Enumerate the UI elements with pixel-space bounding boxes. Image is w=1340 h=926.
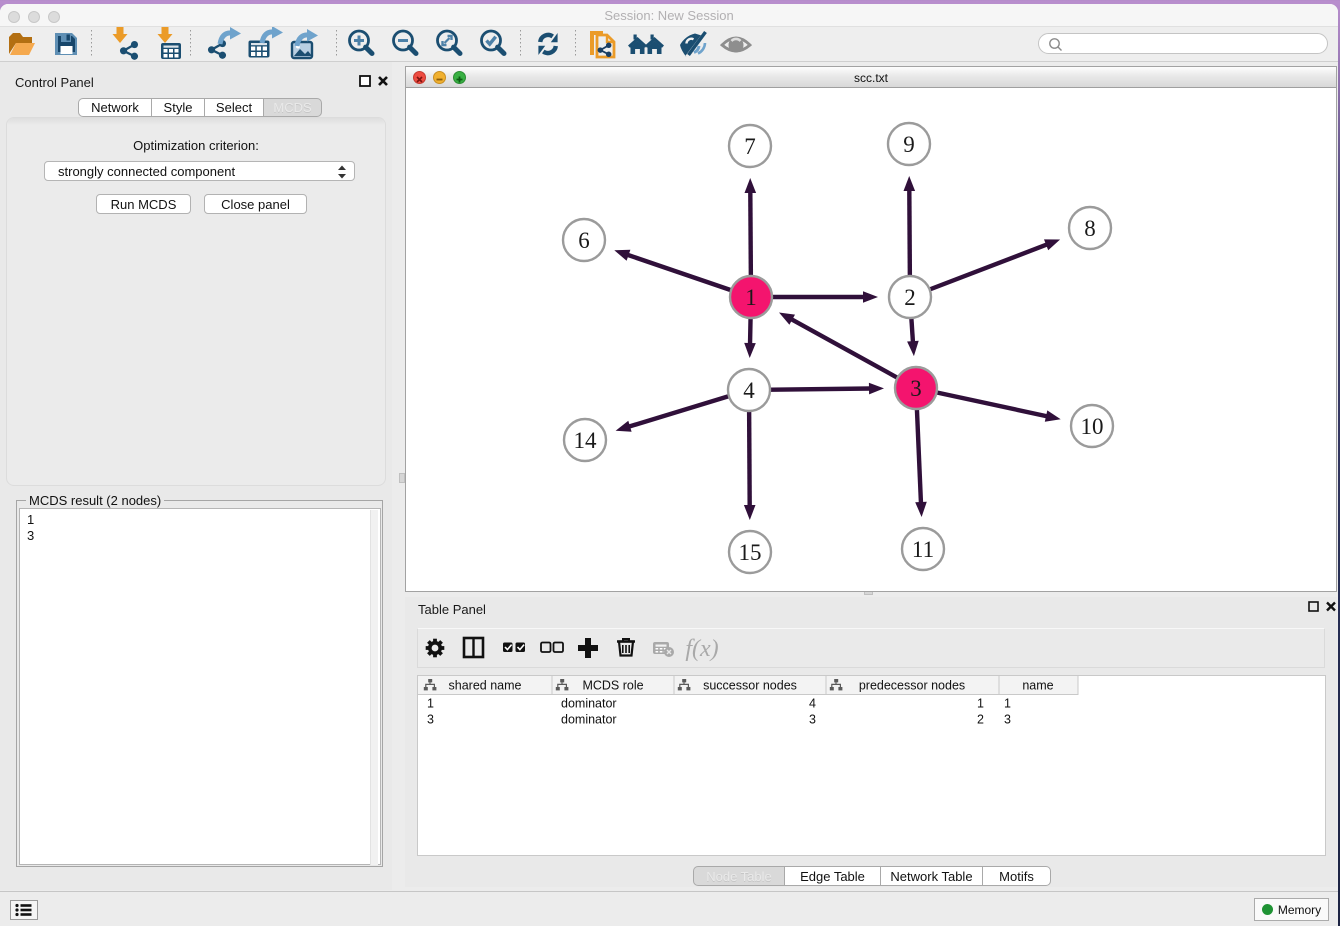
svg-text:predecessor nodes: predecessor nodes <box>859 679 965 693</box>
svg-text:4: 4 <box>743 378 755 403</box>
svg-text:1: 1 <box>745 285 757 310</box>
svg-text:name: name <box>1022 679 1053 693</box>
svg-text:successor nodes: successor nodes <box>703 679 797 693</box>
svg-text:3: 3 <box>427 713 434 727</box>
svg-text:11: 11 <box>912 537 934 562</box>
svg-text:shared name: shared name <box>449 679 522 693</box>
svg-text:2: 2 <box>977 713 984 727</box>
svg-text:10: 10 <box>1081 414 1104 439</box>
svg-text:dominator: dominator <box>561 697 617 711</box>
svg-text:14: 14 <box>574 428 598 453</box>
svg-text:1: 1 <box>427 697 434 711</box>
svg-text:1: 1 <box>1004 697 1011 711</box>
svg-text:3: 3 <box>910 376 922 401</box>
svg-text:7: 7 <box>744 134 756 159</box>
svg-text:8: 8 <box>1084 216 1096 241</box>
svg-text:3: 3 <box>809 713 816 727</box>
svg-text:9: 9 <box>903 132 915 157</box>
svg-text:3: 3 <box>1004 713 1011 727</box>
svg-text:15: 15 <box>739 540 762 565</box>
svg-text:6: 6 <box>578 228 590 253</box>
svg-text:4: 4 <box>809 697 816 711</box>
svg-text:2: 2 <box>904 285 916 310</box>
svg-text:MCDS role: MCDS role <box>582 679 643 693</box>
svg-text:dominator: dominator <box>561 713 617 727</box>
svg-text:1: 1 <box>977 697 984 711</box>
